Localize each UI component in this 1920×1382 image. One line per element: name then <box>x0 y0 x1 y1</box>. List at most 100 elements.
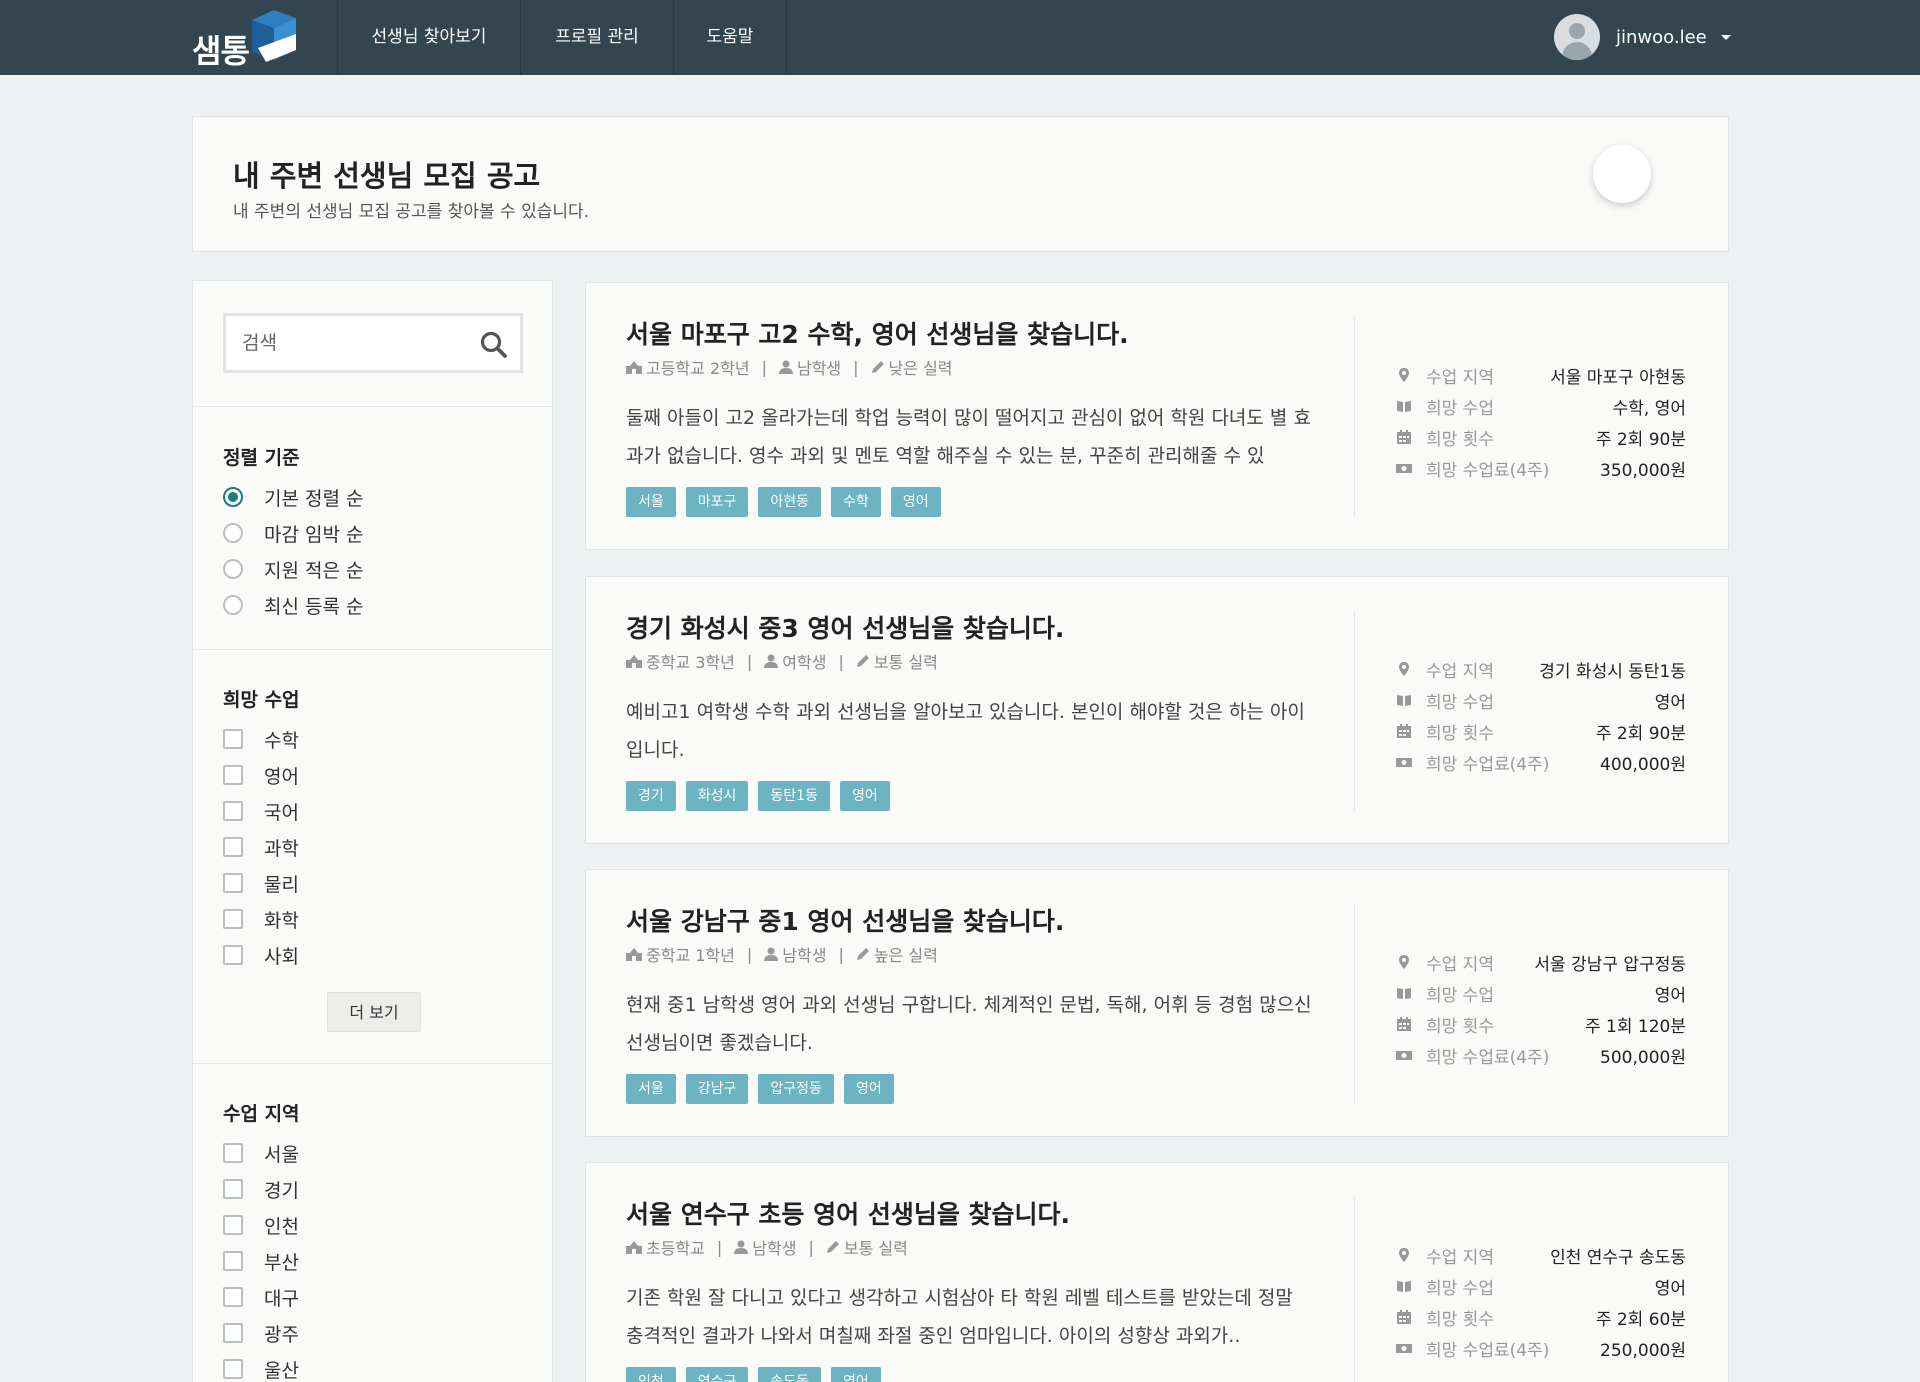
fee-label: 희망 수업료(4주) <box>1426 460 1550 481</box>
sort-option[interactable]: 최신 등록 순 <box>223 593 363 618</box>
post-title[interactable]: 서울 강남구 중1 영어 선생님을 찾습니다. <box>626 902 1064 938</box>
subject-option[interactable]: 물리 <box>223 871 299 896</box>
subject-option[interactable]: 국어 <box>223 799 299 824</box>
level-text: 보통 실력 <box>843 1239 908 1258</box>
page-header: 내 주변 선생님 모집 공고 내 주변의 선생님 모집 공고를 찾아볼 수 있습… <box>192 116 1729 252</box>
tag[interactable]: 아현동 <box>758 487 822 517</box>
region-option-label: 서울 <box>264 1143 299 1166</box>
search-icon[interactable] <box>479 330 509 360</box>
grade-text: 중학교 3학년 <box>646 653 735 672</box>
nav-find-teachers[interactable]: 선생님 찾아보기 <box>338 0 520 75</box>
frequency-row: 희망 횟수 주 2회 90분 <box>1396 719 1686 744</box>
checkbox[interactable] <box>223 765 243 785</box>
radio-selected[interactable] <box>223 487 243 507</box>
school-icon <box>626 947 642 961</box>
post-meta: 초등학교 | 남학생 | 보통 실력 <box>626 1235 908 1259</box>
region-row: 수업 지역 서울 마포구 아현동 <box>1396 363 1686 388</box>
subject-option[interactable]: 수학 <box>223 727 299 752</box>
region-option[interactable]: 광주 <box>223 1321 299 1346</box>
region-option[interactable]: 부산 <box>223 1249 299 1274</box>
checkbox[interactable] <box>223 729 243 749</box>
pencil-icon <box>871 361 884 373</box>
meta-separator: | <box>853 357 859 377</box>
post-description: 기존 학원 잘 다니고 있다고 생각하고 시험삼아 타 학원 레벨 테스트를 받… <box>626 1287 1293 1347</box>
checkbox[interactable] <box>223 1287 243 1307</box>
checkbox[interactable] <box>223 1251 243 1271</box>
region-option[interactable]: 대구 <box>223 1285 299 1310</box>
post-title[interactable]: 경기 화성시 중3 영어 선생님을 찾습니다. <box>626 609 1064 645</box>
tag[interactable]: 압구정동 <box>758 1074 834 1104</box>
tag[interactable]: 영어 <box>890 487 941 517</box>
tag[interactable]: 서울 <box>626 487 676 517</box>
calendar-icon <box>1397 1310 1411 1324</box>
checkbox[interactable] <box>223 1143 243 1163</box>
tag[interactable]: 연수구 <box>685 1367 749 1382</box>
subject-option[interactable]: 과학 <box>223 835 299 860</box>
tag[interactable]: 강남구 <box>685 1074 749 1104</box>
frequency-label: 희망 횟수 <box>1426 429 1494 450</box>
checkbox[interactable] <box>223 909 243 929</box>
tag[interactable]: 송도동 <box>758 1367 822 1382</box>
region-option[interactable]: 경기 <box>223 1177 299 1202</box>
tag[interactable]: 인천 <box>626 1367 676 1382</box>
post-title[interactable]: 서울 연수구 초등 영어 선생님을 찾습니다. <box>626 1195 1070 1231</box>
nav-help[interactable]: 도움말 <box>674 0 786 75</box>
sort-option[interactable]: 기본 정렬 순 <box>223 485 363 510</box>
tag[interactable]: 화성시 <box>685 781 749 811</box>
region-option[interactable]: 서울 <box>223 1141 299 1166</box>
checkbox[interactable] <box>223 837 243 857</box>
tag[interactable]: 영어 <box>831 1367 881 1382</box>
region-option-label: 울산 <box>264 1359 299 1382</box>
tag[interactable]: 서울 <box>626 1074 676 1104</box>
subject-option[interactable]: 화학 <box>223 907 299 932</box>
checkbox[interactable] <box>223 945 243 965</box>
level-text: 높은 실력 <box>873 946 938 965</box>
post-title[interactable]: 서울 마포구 고2 수학, 영어 선생님을 찾습니다. <box>626 315 1129 351</box>
post-card[interactable]: 서울 연수구 초등 영어 선생님을 찾습니다. 초등학교 | 남학생 | 보통 … <box>585 1162 1729 1382</box>
checkbox[interactable] <box>223 801 243 821</box>
post-card[interactable]: 경기 화성시 중3 영어 선생님을 찾습니다. 중학교 3학년 | 여학생 | … <box>585 576 1729 844</box>
tag[interactable]: 동탄1동 <box>758 781 830 811</box>
tag-list: 인천 연수구 송도동 영어 <box>626 1367 891 1382</box>
more-subjects-button[interactable]: 더 보기 <box>327 992 421 1032</box>
meta-separator: | <box>746 651 753 671</box>
user-icon <box>764 654 779 668</box>
tag[interactable]: 영어 <box>843 1074 894 1104</box>
post-card[interactable]: 서울 강남구 중1 영어 선생님을 찾습니다. 중학교 1학년 | 남학생 | … <box>585 869 1729 1137</box>
sort-option[interactable]: 지원 적은 순 <box>223 557 363 582</box>
radio[interactable] <box>223 559 243 579</box>
fee-row: 희망 수업료(4주) 250,000원 <box>1396 1336 1686 1361</box>
school-icon <box>626 360 642 374</box>
region-option[interactable]: 인천 <box>223 1213 299 1238</box>
tag[interactable]: 영어 <box>839 781 890 811</box>
top-navbar: 샘통 선생님 찾아보기 프로필 관리 도움말 jinwoo.lee <box>0 0 1920 75</box>
checkbox[interactable] <box>223 1323 243 1343</box>
user-menu[interactable]: jinwoo.lee <box>1554 14 1731 60</box>
tag[interactable]: 마포구 <box>685 487 749 517</box>
fee-value: 250,000원 <box>1600 1340 1686 1361</box>
post-card[interactable]: 서울 마포구 고2 수학, 영어 선생님을 찾습니다. 고등학교 2학년 | 남… <box>585 282 1729 550</box>
floating-circle-button[interactable] <box>1593 145 1651 203</box>
region-row: 수업 지역 서울 강남구 압구정동 <box>1396 950 1686 975</box>
region-option[interactable]: 울산 <box>223 1357 299 1382</box>
level-text: 보통 실력 <box>873 653 938 672</box>
sort-option[interactable]: 마감 임박 순 <box>223 521 363 546</box>
search-input[interactable] <box>242 329 462 357</box>
checkbox[interactable] <box>223 1359 243 1379</box>
meta-separator: | <box>746 944 753 964</box>
nav-profile-manage[interactable]: 프로필 관리 <box>521 0 673 75</box>
tag[interactable]: 수학 <box>831 487 881 517</box>
subject-option[interactable]: 사회 <box>223 943 299 968</box>
region-option-label: 광주 <box>264 1323 299 1346</box>
tag-list: 서울 강남구 압구정동 영어 <box>626 1074 904 1104</box>
checkbox[interactable] <box>223 1179 243 1199</box>
radio[interactable] <box>223 523 243 543</box>
logo[interactable]: 샘통 <box>192 8 297 70</box>
checkbox[interactable] <box>223 1215 243 1235</box>
book-open-icon <box>1397 695 1411 706</box>
subject-option[interactable]: 영어 <box>223 763 299 788</box>
region-option-label: 인천 <box>264 1215 299 1238</box>
checkbox[interactable] <box>223 873 243 893</box>
radio[interactable] <box>223 595 243 615</box>
tag[interactable]: 경기 <box>626 781 676 811</box>
